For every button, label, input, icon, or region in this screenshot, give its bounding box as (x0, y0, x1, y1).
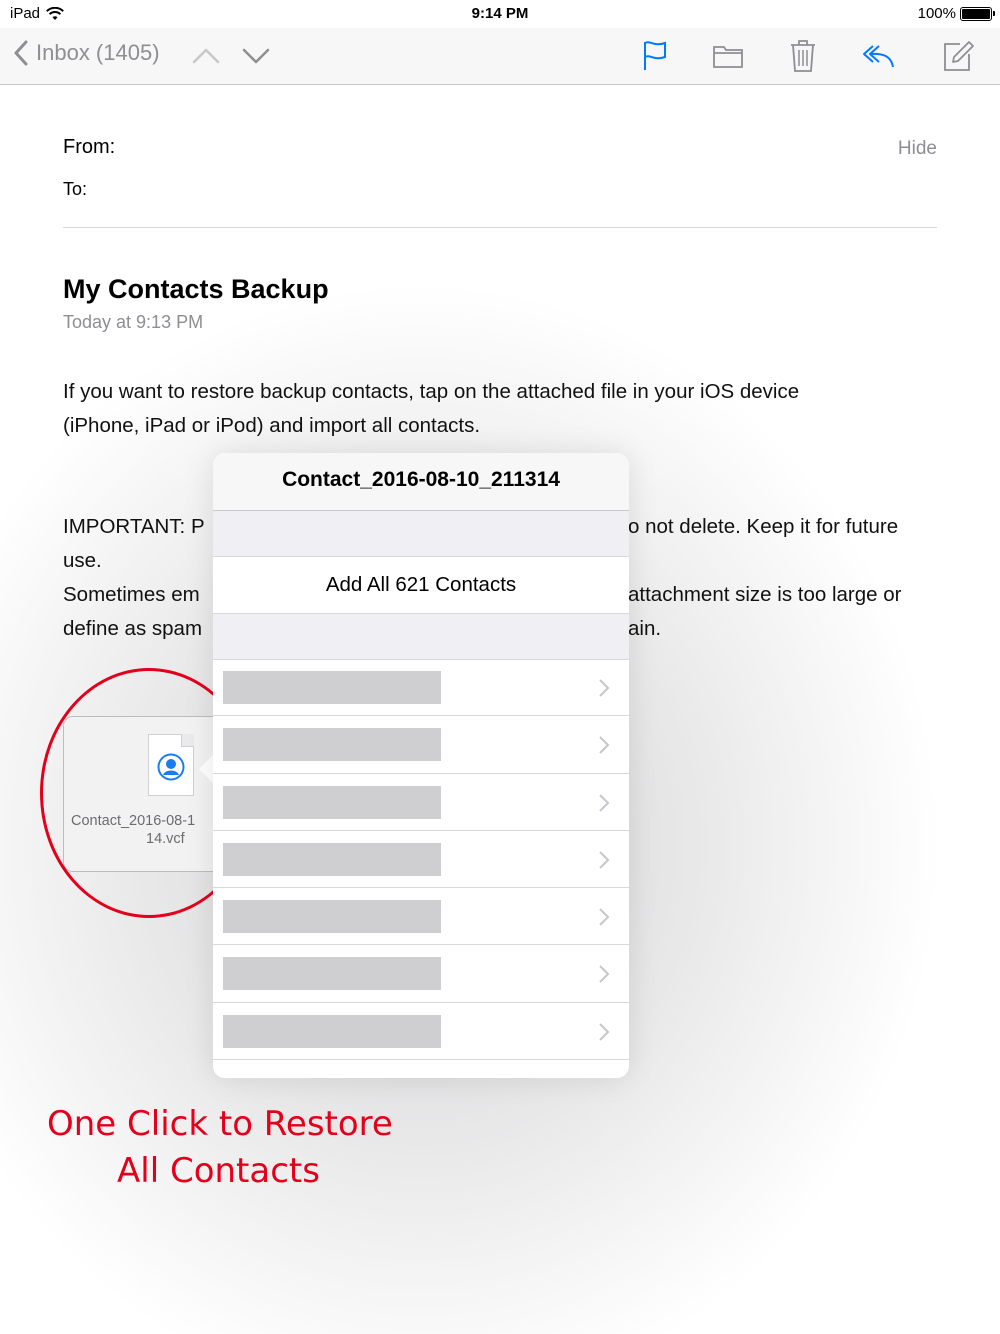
status-right: 100% (917, 5, 995, 22)
chevron-right-icon (599, 736, 610, 755)
trash-button[interactable] (783, 36, 823, 76)
back-label: Inbox (1405) (36, 40, 160, 65)
flag-button[interactable] (635, 36, 675, 76)
redacted-contact-name (223, 957, 441, 991)
from-label: From: (63, 136, 116, 158)
battery-icon (960, 6, 995, 21)
contact-row[interactable] (213, 1003, 629, 1061)
redacted-contact-name (223, 842, 441, 876)
battery-percent: 100% (917, 5, 956, 22)
popover-section-gap (213, 511, 629, 557)
header-divider (63, 227, 937, 228)
redacted-contact-name (223, 728, 441, 762)
status-bar: iPad 9:14 PM 100% (0, 0, 1000, 28)
chevron-down-icon (242, 48, 270, 64)
message-subject: My Contacts Backup (63, 274, 329, 304)
redacted-contact-name (223, 900, 441, 934)
to-label: To: (63, 179, 88, 199)
important-text-right: o not delete. Keep it for future (628, 515, 899, 538)
reply-icon (863, 45, 894, 68)
promo-text-line2: All Contacts (117, 1151, 320, 1191)
chevron-right-icon (599, 793, 610, 812)
previous-message-button[interactable] (186, 36, 226, 76)
contact-row[interactable] (213, 831, 629, 889)
page-background-top (0, 84, 1000, 344)
compose-button[interactable] (938, 36, 978, 76)
redacted-contact-name (223, 1014, 441, 1048)
contact-list (213, 659, 629, 1061)
chevron-right-icon (599, 851, 610, 869)
chevron-right-icon (599, 908, 610, 926)
sometimes-text-right: attachment size is too large or (628, 583, 902, 606)
contact-row[interactable] (213, 888, 629, 946)
define-text-left: define as spam (63, 617, 203, 640)
chevron-left-icon (14, 40, 28, 66)
chevron-right-icon (599, 965, 610, 984)
hide-details-link[interactable]: Hide (898, 138, 937, 160)
use-text: use. (63, 549, 102, 572)
folder-icon (713, 46, 743, 68)
contact-row[interactable] (213, 716, 629, 774)
popover-section-gap (213, 613, 629, 660)
contact-row[interactable] (213, 659, 629, 717)
body-line-1: If you want to restore backup contacts, … (63, 380, 800, 403)
redacted-contact-name (223, 671, 441, 704)
back-button[interactable]: Inbox (1405) (14, 40, 160, 66)
chevron-right-icon (599, 1023, 610, 1041)
flag-icon (644, 41, 666, 70)
contact-row[interactable] (213, 945, 629, 1003)
redacted-contact-name (223, 785, 441, 819)
add-all-contacts-button[interactable]: Add All 621 Contacts (213, 557, 629, 613)
important-text-left: IMPORTANT: P (63, 515, 205, 538)
popover-arrow (199, 755, 213, 783)
define-text-right: ain. (628, 617, 662, 640)
chevron-right-icon (599, 679, 610, 697)
nav-bar: Inbox (1405) (0, 28, 1000, 85)
sometimes-text-left: Sometimes em (63, 583, 200, 606)
reply-button[interactable] (858, 36, 898, 76)
contact-row[interactable] (213, 774, 629, 831)
move-to-folder-button[interactable] (708, 36, 748, 76)
next-message-button[interactable] (236, 36, 276, 76)
contacts-popover: Contact_2016-08-10_211314 Add All 621 Co… (213, 453, 629, 1078)
status-time: 9:14 PM (471, 5, 529, 22)
message-date: Today at 9:13 PM (63, 312, 204, 332)
promo-text-line1: One Click to Restore (47, 1104, 393, 1144)
popover-header: Contact_2016-08-10_211314 (213, 453, 629, 511)
compose-icon (944, 41, 974, 71)
chevron-up-icon (192, 48, 220, 64)
popover-title: Contact_2016-08-10_211314 (282, 468, 560, 491)
body-line-2: (iPhone, iPad or iPod) and import all co… (63, 414, 481, 437)
trash-icon (791, 40, 815, 72)
